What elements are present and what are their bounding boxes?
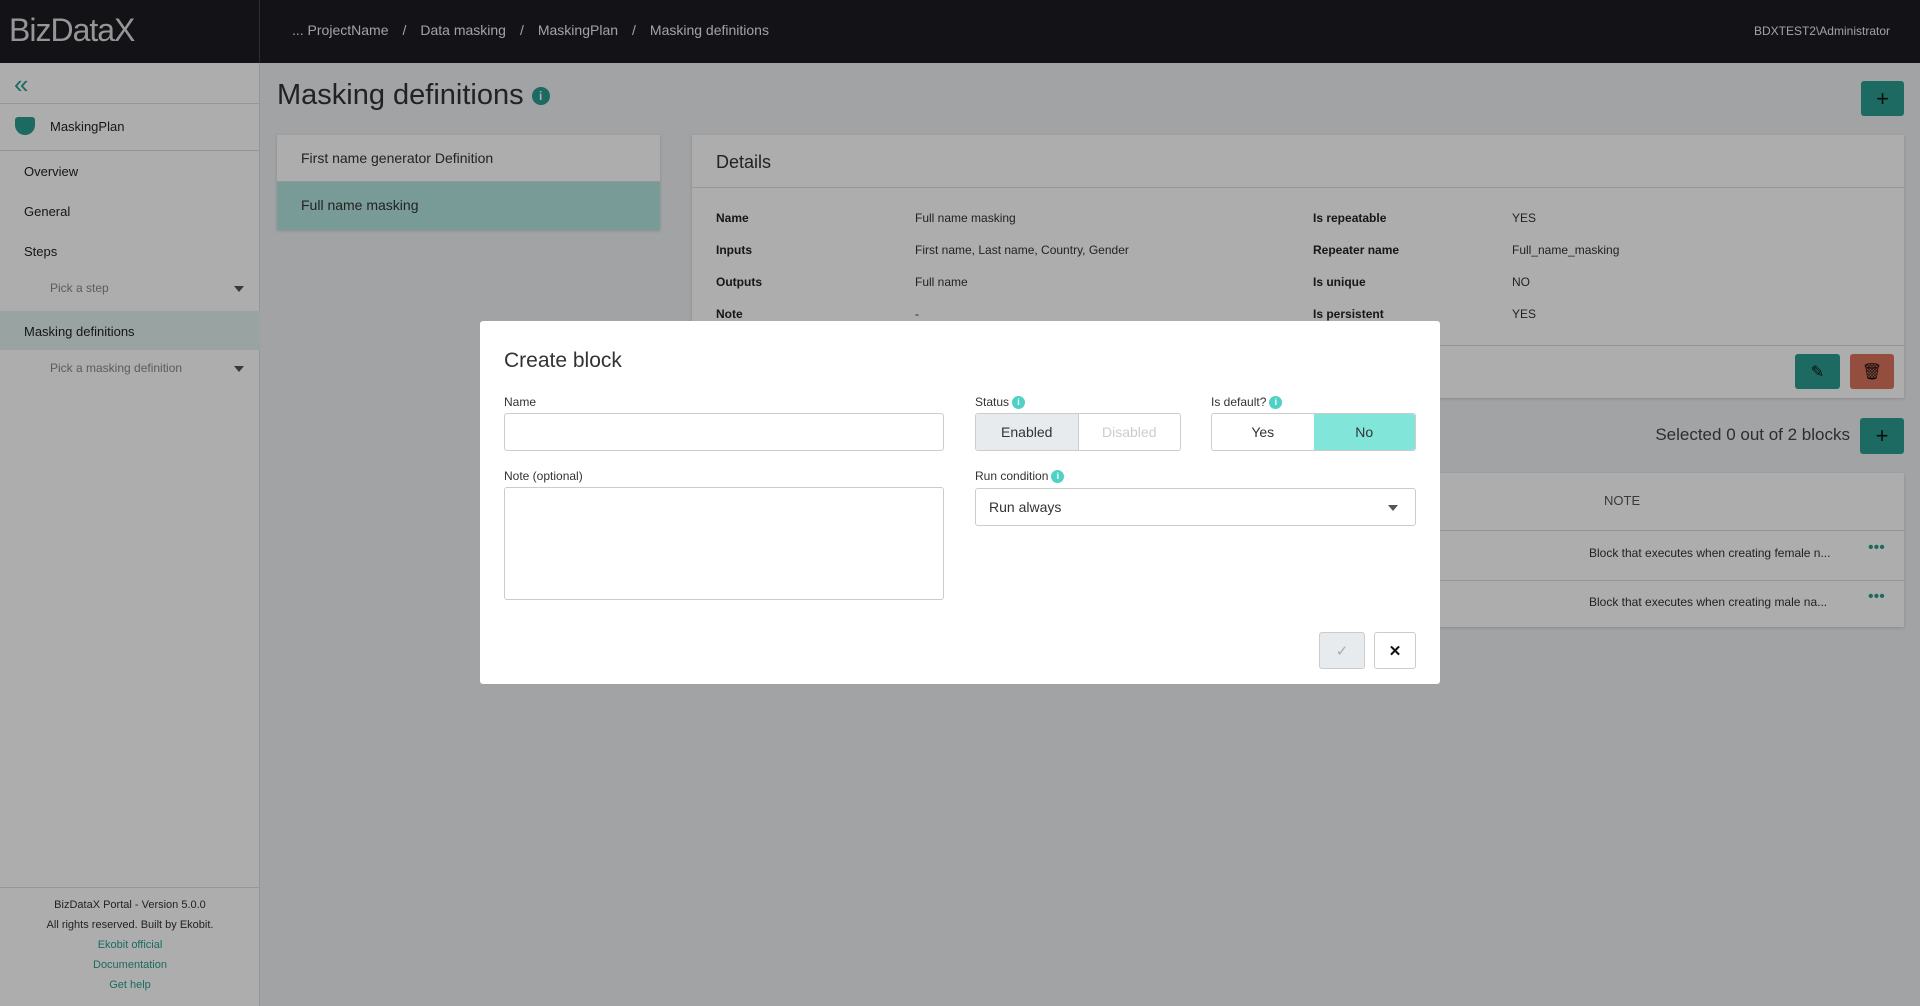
note-textarea[interactable]: [504, 487, 944, 600]
confirm-button[interactable]: ✓: [1319, 632, 1365, 669]
cancel-button[interactable]: ✕: [1374, 632, 1416, 669]
name-input[interactable]: [504, 413, 944, 451]
status-enabled-option[interactable]: Enabled: [976, 414, 1078, 450]
default-label: Is default? i: [1211, 395, 1283, 409]
chevron-down-icon: [1388, 505, 1398, 511]
info-icon[interactable]: i: [1269, 395, 1283, 409]
info-icon[interactable]: i: [1051, 469, 1065, 483]
default-no-option[interactable]: No: [1313, 414, 1415, 450]
status-label: Status i: [975, 395, 1026, 409]
run-condition-select[interactable]: Run always: [975, 488, 1416, 526]
info-icon[interactable]: i: [1012, 395, 1026, 409]
check-icon: ✓: [1335, 642, 1349, 660]
close-icon: ✕: [1388, 642, 1402, 660]
default-yes-option[interactable]: Yes: [1212, 414, 1314, 450]
name-label: Name: [504, 395, 537, 409]
note-label: Note (optional): [504, 469, 583, 483]
status-toggle[interactable]: Enabled Disabled: [975, 413, 1181, 451]
default-toggle[interactable]: Yes No: [1211, 413, 1416, 451]
status-disabled-option[interactable]: Disabled: [1077, 414, 1181, 450]
run-condition-label: Run condition i: [975, 469, 1065, 483]
modal-title: Create block: [504, 349, 622, 372]
create-block-modal: Create block Name Note (optional) Status…: [480, 321, 1440, 684]
